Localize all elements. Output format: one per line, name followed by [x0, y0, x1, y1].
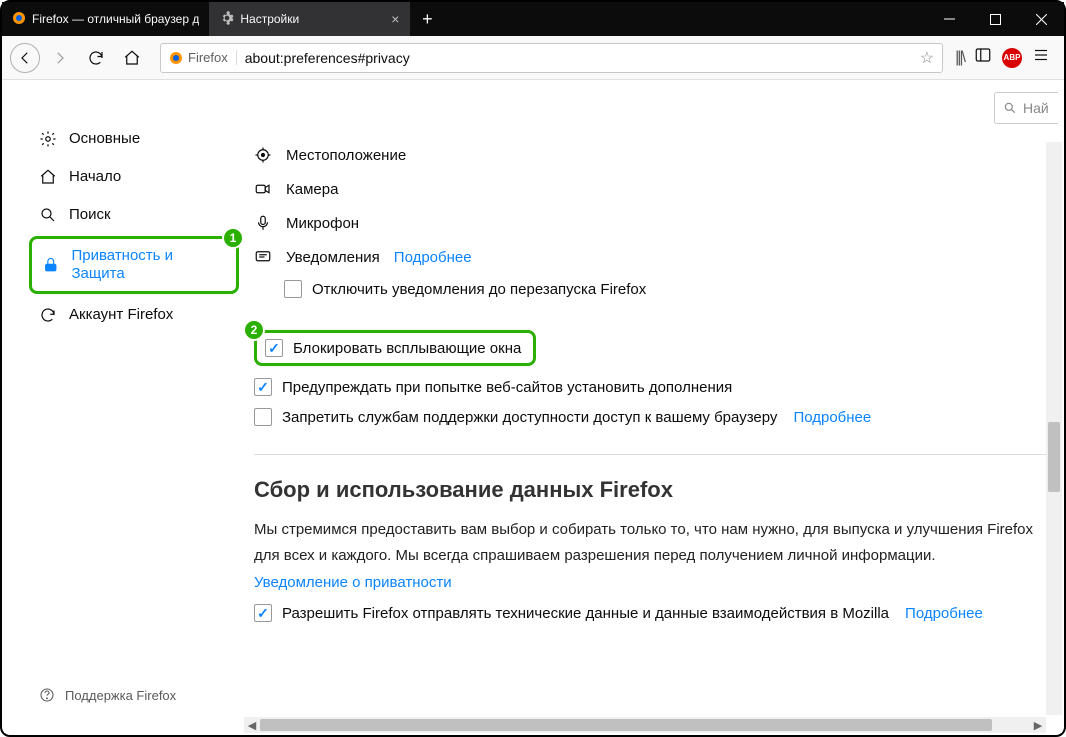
tab-settings[interactable]: Настройки × — [210, 2, 410, 36]
highlight-block-popups: 2 Блокировать всплывающие окна — [254, 330, 536, 366]
sidebar-item-privacy[interactable]: Приватность и Защита 1 — [29, 236, 239, 294]
sidebar-label: Приватность и Защита — [72, 247, 227, 283]
firefox-icon — [12, 11, 26, 28]
search-icon — [1003, 101, 1017, 115]
sidebar-label: Поиск — [69, 206, 111, 224]
checkbox-disable-notifications[interactable]: Отключить уведомления до перезапуска Fir… — [254, 274, 1052, 304]
sidebar-item-search[interactable]: Поиск — [29, 198, 239, 232]
annotation-badge-2: 2 — [244, 319, 265, 341]
scrollbar-thumb[interactable] — [1048, 422, 1060, 492]
minimize-button[interactable] — [926, 2, 972, 36]
bookmark-star-icon[interactable]: ☆ — [920, 48, 934, 68]
notification-icon — [254, 248, 272, 266]
gear-icon — [220, 11, 234, 28]
scrollbar-thumb[interactable] — [260, 719, 992, 731]
notifications-more-link[interactable]: Подробнее — [394, 249, 472, 266]
forward-button[interactable] — [44, 42, 76, 74]
sidebar-item-home[interactable]: Начало — [29, 160, 239, 194]
checkbox-icon[interactable] — [254, 604, 272, 622]
permission-label: Местоположение — [286, 147, 406, 164]
checkbox-block-a11y[interactable]: Запретить службам поддержки доступности … — [254, 402, 1052, 432]
vertical-scrollbar[interactable] — [1046, 142, 1062, 715]
a11y-more-link[interactable]: Подробнее — [793, 409, 871, 426]
close-icon[interactable]: × — [391, 11, 399, 27]
library-icon[interactable]: |||\ — [955, 49, 964, 67]
microphone-icon — [254, 214, 272, 232]
close-window-button[interactable] — [1018, 2, 1064, 36]
search-placeholder: Най — [1023, 100, 1049, 116]
back-button[interactable] — [10, 43, 40, 73]
permission-location: Местоположение — [254, 138, 1052, 172]
checkbox-block-popups-row: 2 Блокировать всплывающие окна — [254, 324, 1052, 372]
sidebar-label: Основные — [69, 130, 140, 148]
url-text: about:preferences#privacy — [237, 50, 912, 66]
checkbox-telemetry[interactable]: Разрешить Firefox отправлять технические… — [254, 598, 1052, 628]
reload-button[interactable] — [80, 42, 112, 74]
sidebar-label: Аккаунт Firefox — [69, 306, 173, 324]
permission-microphone: Микрофон — [254, 206, 1052, 240]
maximize-button[interactable] — [972, 2, 1018, 36]
checkbox-label: Предупреждать при попытке веб-сайтов уст… — [282, 379, 732, 396]
annotation-badge-1: 1 — [222, 227, 244, 249]
checkbox-label: Запретить службам поддержки доступности … — [282, 409, 777, 426]
permission-label: Уведомления — [286, 249, 380, 266]
checkbox-label: Отключить уведомления до перезапуска Fir… — [312, 281, 646, 298]
checkbox-icon[interactable] — [265, 339, 283, 357]
checkbox-label: Блокировать всплывающие окна — [293, 340, 521, 357]
scroll-left-icon[interactable]: ◀ — [244, 719, 260, 732]
settings-sidebar: Основные Начало Поиск Приватность и Защи… — [4, 82, 244, 733]
checkbox-warn-addons[interactable]: Предупреждать при попытке веб-сайтов уст… — [254, 372, 1052, 402]
sidebar-label: Начало — [69, 168, 121, 186]
support-label: Поддержка Firefox — [65, 688, 176, 703]
adblock-icon[interactable]: ABP — [1002, 48, 1022, 68]
tab-title: Настройки — [240, 12, 383, 26]
permission-label: Камера — [286, 181, 338, 198]
checkbox-label: Разрешить Firefox отправлять технические… — [282, 605, 889, 622]
telemetry-more-link[interactable]: Подробнее — [905, 605, 983, 622]
tab-firefox-browser[interactable]: Firefox — отличный браузер д — [2, 2, 210, 36]
privacy-notice-link[interactable]: Уведомление о приватности — [254, 574, 452, 591]
sidebar-item-account[interactable]: Аккаунт Firefox — [29, 298, 239, 332]
location-icon — [254, 146, 272, 164]
menu-button[interactable] — [1032, 46, 1050, 69]
checkbox-icon[interactable] — [284, 280, 302, 298]
tab-title: Firefox — отличный браузер д — [32, 12, 199, 26]
permission-label: Микрофон — [286, 215, 359, 232]
scroll-right-icon[interactable]: ▶ — [1030, 719, 1046, 732]
camera-icon — [254, 180, 272, 198]
checkbox-icon[interactable] — [254, 378, 272, 396]
settings-search-input[interactable]: Най — [994, 92, 1058, 124]
permission-notifications: Уведомления Подробнее — [254, 240, 1052, 274]
sidebar-icon[interactable] — [974, 46, 992, 69]
identity-box[interactable]: Firefox — [161, 50, 237, 65]
identity-label: Firefox — [188, 50, 228, 65]
separator — [254, 454, 1052, 455]
sidebar-support-link[interactable]: Поддержка Firefox — [29, 679, 239, 723]
new-tab-button[interactable]: + — [410, 2, 444, 36]
sidebar-item-general[interactable]: Основные — [29, 122, 239, 156]
address-bar[interactable]: Firefox about:preferences#privacy ☆ — [160, 43, 943, 73]
data-section-title: Сбор и использование данных Firefox — [254, 477, 1052, 503]
permission-camera: Камера — [254, 172, 1052, 206]
home-button[interactable] — [116, 42, 148, 74]
checkbox-icon[interactable] — [254, 408, 272, 426]
horizontal-scrollbar[interactable]: ◀ ▶ — [244, 717, 1046, 733]
data-section-text: Мы стремимся предоставить вам выбор и со… — [254, 517, 1052, 568]
